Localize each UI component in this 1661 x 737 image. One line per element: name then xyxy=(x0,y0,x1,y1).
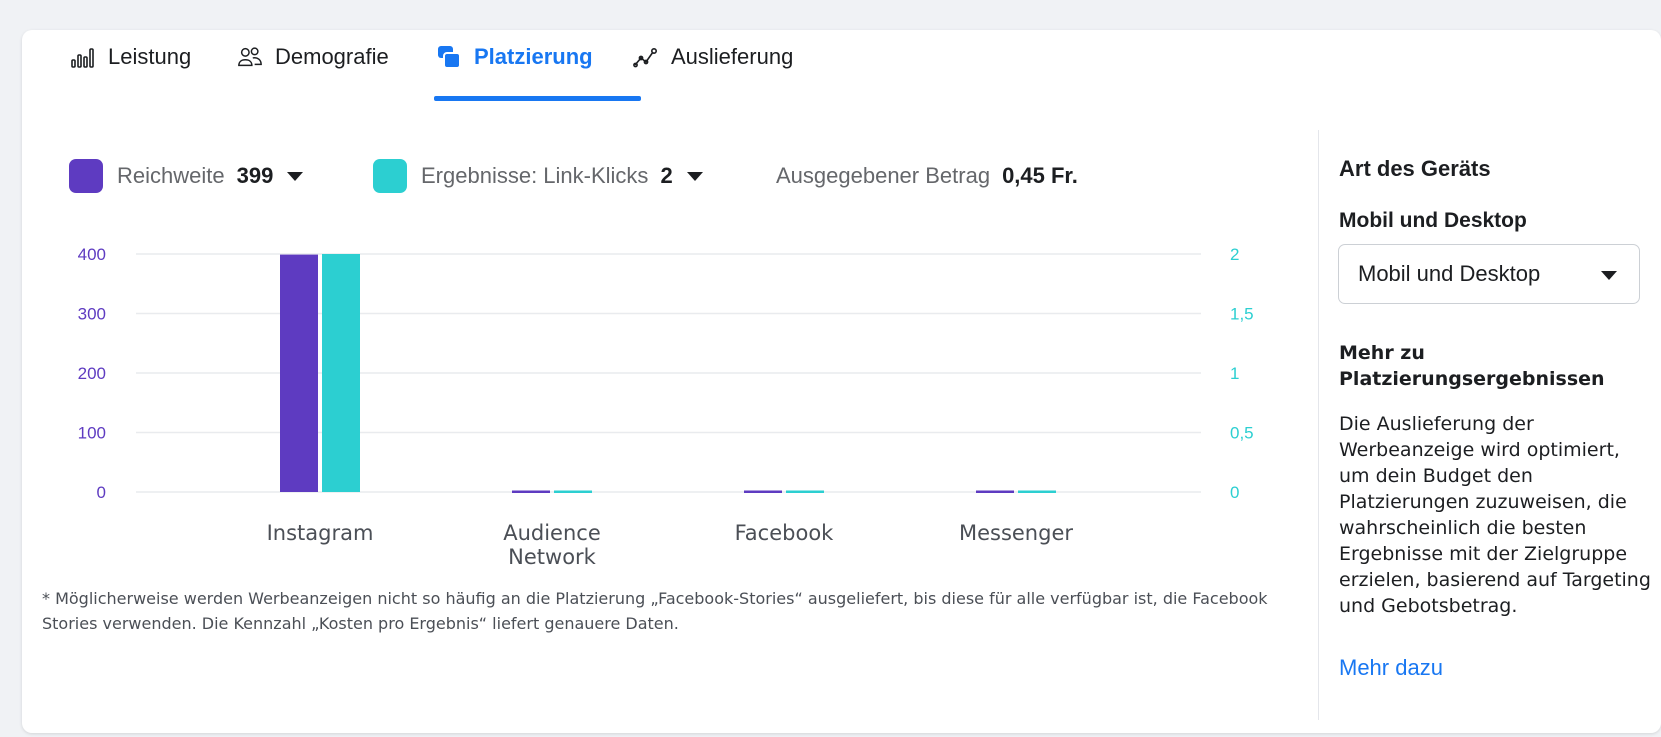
chevron-down-icon xyxy=(1601,271,1617,280)
y-left-tick-label: 100 xyxy=(78,424,106,443)
device-type-subtitle: Mobil und Desktop xyxy=(1339,209,1527,232)
bar-results xyxy=(786,490,824,493)
x-tick-label: Facebook xyxy=(735,521,835,545)
bar-reach xyxy=(512,490,550,493)
bar-results xyxy=(554,490,592,493)
y-right-tick-label: 2 xyxy=(1230,245,1239,264)
x-tick-label: Instagram xyxy=(267,521,374,545)
x-tick-label: Network xyxy=(508,545,597,569)
learn-more-link[interactable]: Mehr dazu xyxy=(1339,655,1443,681)
y-left-tick-label: 0 xyxy=(97,483,106,502)
y-left-tick-label: 400 xyxy=(78,245,106,264)
y-right-tick-label: 1 xyxy=(1230,364,1239,383)
y-left-tick-label: 200 xyxy=(78,364,106,383)
y-right-tick-label: 0 xyxy=(1230,483,1239,502)
device-type-select[interactable]: Mobil und Desktop xyxy=(1338,244,1640,304)
bar-reach xyxy=(976,490,1014,493)
y-left-tick-label: 300 xyxy=(78,305,106,324)
bar-reach xyxy=(744,490,782,493)
x-tick-label: Messenger xyxy=(959,521,1073,545)
device-type-title: Art des Geräts xyxy=(1339,156,1491,181)
bar-results xyxy=(322,254,360,492)
bar-reach xyxy=(280,254,318,492)
more-info-heading: Mehr zu Platzierungsergebnissen xyxy=(1339,342,1605,390)
panel-divider xyxy=(1318,130,1319,720)
y-right-tick-label: 1,5 xyxy=(1230,305,1254,324)
x-tick-label: Audience xyxy=(503,521,601,545)
device-type-select-value: Mobil und Desktop xyxy=(1358,261,1541,286)
bar-results xyxy=(1018,490,1056,493)
y-right-tick-label: 0,5 xyxy=(1230,424,1254,443)
more-info-text: Die Auslieferung der Werbeanzeige wird o… xyxy=(1339,413,1651,617)
footnote: * Möglicherweise werden Werbeanzeigen ni… xyxy=(42,589,1268,633)
